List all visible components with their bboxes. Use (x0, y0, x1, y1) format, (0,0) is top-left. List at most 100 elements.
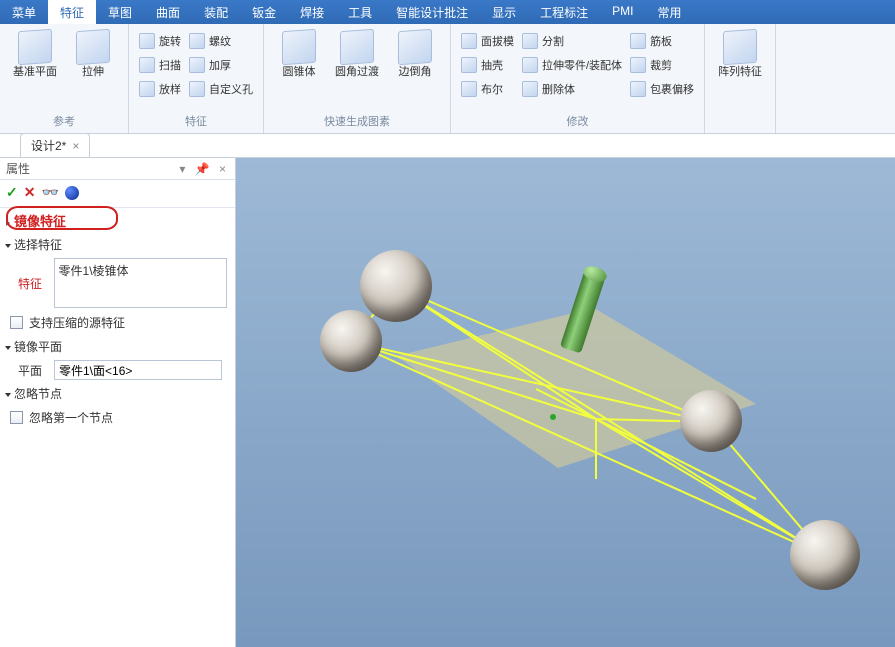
plane-label: 平面 (18, 362, 48, 379)
ribbon-button-label: 裁剪 (650, 57, 672, 73)
ribbon-small-button[interactable]: 抽壳 (461, 54, 514, 76)
ribbon-button-label: 面拔模 (481, 33, 514, 49)
ignore-first-row[interactable]: 忽略第一个节点 (0, 405, 235, 430)
ignore-section[interactable]: 忽略节点 (0, 382, 235, 405)
ribbon-button-label: 筋板 (650, 33, 672, 49)
origin-marker (550, 414, 556, 420)
ribbon-small-button[interactable]: 面拔模 (461, 30, 514, 52)
model-sphere (360, 250, 432, 322)
menu-tab[interactable]: 特征 (48, 0, 96, 24)
close-icon[interactable]: × (72, 139, 79, 153)
ribbon-button-label: 放样 (159, 81, 181, 97)
command-icon (461, 81, 477, 97)
ribbon-button-label: 加厚 (209, 57, 231, 73)
ribbon-button[interactable]: 圆锥体 (270, 28, 328, 81)
menu-tab[interactable]: 工程标注 (528, 0, 600, 24)
ribbon-group-label (711, 127, 769, 131)
ribbon-small-button[interactable]: 分割 (522, 30, 622, 52)
ribbon-group: 面拔模抽壳布尔分割拉伸零件/装配体删除体筋板裁剪包裹偏移修改 (451, 24, 705, 133)
ribbon-button[interactable]: 拉伸 (64, 28, 122, 81)
dropdown-icon[interactable]: ▾ (176, 162, 188, 176)
mirror-plane-section[interactable]: 镜像平面 (0, 335, 235, 358)
section-label: 镜像平面 (14, 340, 62, 354)
menu-tab[interactable]: 菜单 (0, 0, 48, 24)
ribbon-button[interactable]: 边倒角 (386, 28, 444, 81)
checkbox-icon[interactable] (10, 411, 23, 424)
ribbon-small-button[interactable]: 裁剪 (630, 54, 694, 76)
menu-tab[interactable]: 工具 (336, 0, 384, 24)
command-icon (282, 29, 316, 65)
panel-controls: ▾ 📌 × (176, 162, 229, 176)
checkbox-icon[interactable] (10, 316, 23, 329)
ribbon: 基准平面拉伸参考旋转扫描放样螺纹加厚自定义孔特征圆锥体圆角过渡边倒角快速生成图素… (0, 24, 895, 134)
cancel-button[interactable]: ✕ (24, 184, 36, 201)
compressed-label: 支持压缩的源特征 (29, 314, 125, 331)
ribbon-small-button[interactable]: 旋转 (139, 30, 181, 52)
document-tab-label: 设计2* (31, 137, 66, 154)
model-sphere (320, 310, 382, 372)
preview-icon[interactable]: 👓 (41, 184, 58, 201)
menu-tab[interactable]: 焊接 (288, 0, 336, 24)
panel-toolbar: ✓ ✕ 👓 (0, 180, 235, 208)
feature-list-input[interactable]: 零件1\棱锥体 (54, 258, 227, 308)
menu-tab[interactable]: 常用 (646, 0, 694, 24)
pin-icon[interactable]: 📌 (192, 162, 213, 176)
wireframe-edge (595, 419, 597, 479)
menu-tab[interactable]: 曲面 (144, 0, 192, 24)
color-ball-icon[interactable] (65, 186, 79, 200)
plane-input[interactable] (54, 360, 222, 380)
ribbon-small-button[interactable]: 螺纹 (189, 30, 253, 52)
ribbon-button[interactable]: 基准平面 (6, 28, 64, 81)
menu-tab[interactable]: 草图 (96, 0, 144, 24)
mirror-feature-title: 镜像特征 (14, 214, 66, 229)
ribbon-small-button[interactable]: 布尔 (461, 78, 514, 100)
ribbon-group: 阵列特征 (705, 24, 776, 133)
menu-tab[interactable]: 智能设计批注 (384, 0, 480, 24)
command-icon (630, 81, 646, 97)
ribbon-small-button[interactable]: 筋板 (630, 30, 694, 52)
ribbon-button[interactable]: 圆角过渡 (328, 28, 386, 81)
menu-tab[interactable]: 装配 (192, 0, 240, 24)
command-icon (189, 57, 205, 73)
command-icon (522, 81, 538, 97)
mirror-feature-node[interactable]: 镜像特征 (0, 208, 235, 233)
document-tab-row: 设计2* × (0, 134, 895, 158)
ribbon-button-label: 布尔 (481, 81, 503, 97)
command-icon (630, 57, 646, 73)
ribbon-small-button[interactable]: 自定义孔 (189, 78, 253, 100)
close-panel-icon[interactable]: × (216, 162, 229, 176)
command-icon (522, 33, 538, 49)
ribbon-small-button[interactable]: 删除体 (522, 78, 622, 100)
ok-button[interactable]: ✓ (6, 184, 18, 201)
ribbon-small-button[interactable]: 包裹偏移 (630, 78, 694, 100)
command-icon (340, 29, 374, 65)
3d-viewport[interactable] (236, 158, 895, 647)
ribbon-group-label: 特征 (135, 111, 257, 131)
menu-tab[interactable]: 钣金 (240, 0, 288, 24)
select-feature-section[interactable]: 选择特征 (0, 233, 235, 256)
ribbon-group-label: 参考 (6, 111, 122, 131)
ribbon-small-button[interactable]: 扫描 (139, 54, 181, 76)
ribbon-button-label: 包裹偏移 (650, 81, 694, 97)
compressed-checkbox-row[interactable]: 支持压缩的源特征 (0, 310, 235, 335)
command-icon (139, 81, 155, 97)
ribbon-group: 旋转扫描放样 螺纹加厚自定义孔特征 (129, 24, 264, 133)
panel-header: 属性 ▾ 📌 × (0, 158, 235, 180)
menu-tab[interactable]: PMI (600, 0, 645, 24)
command-icon (630, 33, 646, 49)
ribbon-small-button[interactable]: 拉伸零件/装配体 (522, 54, 622, 76)
document-tab[interactable]: 设计2* × (20, 133, 90, 157)
ribbon-small-button[interactable]: 加厚 (189, 54, 253, 76)
ribbon-button[interactable]: 阵列特征 (711, 28, 769, 81)
section-label: 忽略节点 (14, 387, 62, 401)
menu-tab[interactable]: 显示 (480, 0, 528, 24)
panel-title: 属性 (6, 160, 30, 177)
command-icon (18, 29, 52, 65)
ribbon-button-label: 圆角过渡 (335, 66, 379, 79)
ignore-first-label: 忽略第一个节点 (29, 409, 113, 426)
ribbon-button-label: 拉伸零件/装配体 (542, 57, 622, 73)
command-icon (461, 57, 477, 73)
ribbon-small-button[interactable]: 放样 (139, 78, 181, 100)
ribbon-button-label: 螺纹 (209, 33, 231, 49)
ribbon-button-label: 删除体 (542, 81, 575, 97)
